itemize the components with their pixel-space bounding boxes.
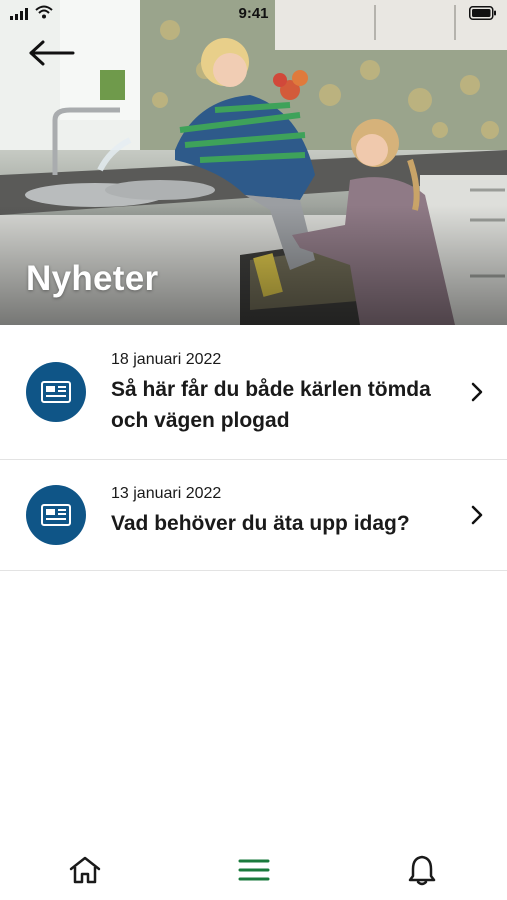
home-icon: [69, 856, 101, 884]
chevron-right-icon: [471, 505, 483, 525]
battery-icon: [469, 6, 496, 20]
news-item[interactable]: 18 januari 2022 Så här får du både kärle…: [0, 325, 507, 460]
page-title: Nyheter: [26, 259, 159, 298]
tab-bar: [0, 840, 507, 900]
news-list: 18 januari 2022 Så här får du både kärle…: [0, 325, 507, 571]
newspaper-icon: [41, 504, 71, 526]
tab-home[interactable]: [55, 840, 115, 900]
news-badge: [26, 485, 86, 545]
news-badge: [26, 362, 86, 422]
menu-icon: [238, 859, 270, 881]
news-title: Vad behöver du äta upp idag?: [111, 512, 410, 535]
arrow-left-icon: [29, 40, 75, 66]
chevron-right-icon: [471, 382, 483, 402]
back-button[interactable]: [26, 36, 78, 70]
tab-notifications[interactable]: [392, 840, 452, 900]
bell-icon: [408, 855, 436, 886]
news-date: 18 januari 2022: [111, 351, 222, 368]
news-item[interactable]: 13 januari 2022 Vad behöver du äta upp i…: [0, 460, 507, 571]
news-title: Så här får du både kärlen tömda och väge…: [111, 378, 431, 432]
status-time: 9:41: [238, 5, 269, 22]
tab-menu[interactable]: [224, 840, 284, 900]
news-date: 13 januari 2022: [111, 485, 222, 502]
newspaper-icon: [41, 381, 71, 403]
status-bar: 9:41: [0, 0, 507, 28]
